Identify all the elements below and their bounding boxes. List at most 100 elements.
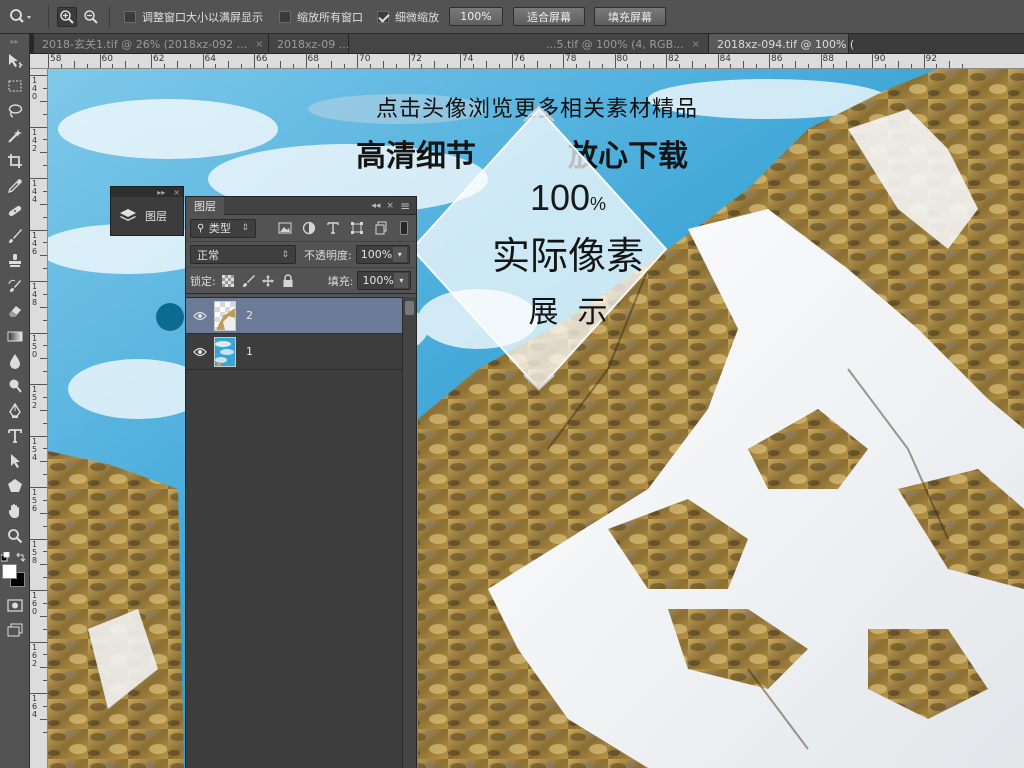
document-tab[interactable]: 2018xz-09 ... — [269, 34, 349, 53]
lock-all-button[interactable] — [280, 273, 296, 289]
opacity-dropdown-icon[interactable]: ▾ — [392, 247, 407, 262]
blur-tool[interactable] — [1, 348, 29, 373]
layers-tab[interactable]: 图层 — [186, 196, 224, 215]
foreground-color-swatch[interactable] — [2, 564, 17, 579]
checkbox-box[interactable] — [124, 10, 136, 23]
collapse-panel-icon[interactable]: ◂◂ — [371, 201, 380, 211]
filter-type-layer-button[interactable] — [324, 219, 342, 237]
close-tab-icon[interactable]: × — [692, 39, 700, 50]
type-tool[interactable] — [1, 423, 29, 448]
filter-smart-object-button[interactable] — [372, 219, 390, 237]
history-brush-tool[interactable] — [1, 273, 29, 298]
fill-dropdown-icon[interactable]: ▾ — [394, 273, 409, 288]
opacity-field[interactable]: 100% ▾ — [355, 245, 410, 264]
layers-scrollbar[interactable] — [402, 297, 416, 768]
pen-tool[interactable] — [1, 398, 29, 423]
filter-toggle-switch[interactable] — [400, 221, 408, 235]
brush-tool[interactable] — [1, 223, 29, 248]
screen-mode-button[interactable] — [1, 617, 29, 642]
shape-tool[interactable] — [1, 473, 29, 498]
ruler-minor-tick — [704, 64, 706, 68]
panel-menu-icon[interactable]: ≡ — [400, 199, 410, 213]
search-icon: ⚲ — [197, 222, 205, 234]
layer-name[interactable]: 1 — [246, 345, 253, 358]
fill-value[interactable]: 100% — [362, 274, 393, 287]
marquee-tool[interactable] — [1, 73, 29, 98]
close-panel-icon[interactable]: × — [386, 201, 394, 211]
zoom-tool-icon — [10, 8, 31, 23]
path-selection-tool[interactable] — [1, 448, 29, 473]
vertical-ruler[interactable]: 140 142 144 146 148 150 152 154 156 158 160 162 164 — [29, 69, 48, 768]
zoom-in-button[interactable] — [57, 6, 77, 27]
hand-tool[interactable] — [1, 498, 29, 523]
clone-stamp-tool[interactable] — [1, 248, 29, 273]
layer-row[interactable]: 1 — [186, 334, 402, 370]
scrollbar-thumb[interactable] — [405, 301, 414, 315]
layers-panel-button[interactable]: 图层 — [111, 197, 183, 235]
filter-shape-layer-button[interactable] — [348, 219, 366, 237]
actual-pixels-button[interactable]: 100% — [449, 7, 503, 26]
toolbox-grip[interactable]: ▸▸ — [0, 34, 29, 48]
quick-mask-button[interactable] — [1, 592, 29, 617]
fill-field[interactable]: 100% ▾ — [357, 271, 412, 290]
document-tab-bar: 2018-玄关1.tif @ 26% (2018xz-092 ... × 201… — [34, 34, 1024, 54]
checkbox-box-checked[interactable] — [377, 10, 389, 23]
ruler-minor-tick — [40, 306, 47, 308]
ruler-minor-tick — [40, 667, 47, 669]
default-colors-icon[interactable] — [1, 552, 11, 562]
document-tab[interactable]: 2018-玄关1.tif @ 26% (2018xz-092 ... × — [34, 34, 269, 53]
zoom-tool-preset-picker[interactable] — [0, 4, 42, 30]
collapsed-layers-panel[interactable]: ▸▸ × 图层 — [110, 186, 184, 236]
zoom-tool[interactable] — [1, 523, 29, 548]
document-tab[interactable]: ...5.tif @ 100% (4, RGB... × — [349, 34, 709, 53]
zoom-out-button[interactable] — [81, 7, 101, 27]
layer-row-selected[interactable]: 2 — [186, 298, 402, 334]
ruler-minor-tick — [43, 525, 47, 527]
close-tab-icon[interactable]: × — [255, 39, 263, 50]
dodge-tool[interactable] — [1, 373, 29, 398]
lock-transparency-button[interactable] — [220, 273, 236, 289]
blend-mode-select[interactable]: 正常 ⇕ — [190, 245, 296, 264]
resize-windows-checkbox[interactable]: 调整窗口大小以满屏显示 — [124, 9, 263, 25]
quick-select-tool[interactable] — [1, 123, 29, 148]
ruler-minor-tick — [40, 615, 47, 617]
blend-opacity-row: 正常 ⇕ 不透明度: 100% ▾ — [186, 241, 416, 267]
filter-adjustment-layer-button[interactable] — [300, 219, 318, 237]
close-panel-icon[interactable]: × — [173, 188, 180, 197]
fit-screen-button[interactable]: 适合屏幕 — [513, 7, 585, 26]
layer-visibility-toggle[interactable] — [186, 311, 214, 321]
collapsed-panel-header[interactable]: ▸▸ × — [111, 187, 183, 197]
expand-panel-icon[interactable]: ▸▸ — [157, 188, 165, 197]
filter-kind-select[interactable]: ⚲ 类型 ⇕ — [190, 218, 256, 238]
ruler-label: 60 — [101, 54, 113, 64]
lock-pixels-button[interactable] — [240, 273, 256, 289]
ruler-tick — [460, 53, 461, 68]
scrubby-zoom-checkbox[interactable]: 细微缩放 — [377, 9, 439, 25]
horizontal-ruler[interactable]: 58 60 62 64 66 68 70 72 74 76 78 80 82 84 86 88 90 92 — [30, 53, 1024, 69]
crop-tool[interactable] — [1, 148, 29, 173]
healing-brush-tool[interactable] — [1, 198, 29, 223]
ruler-minor-tick — [43, 268, 47, 270]
eyedropper-tool[interactable] — [1, 173, 29, 198]
ruler-tick — [614, 53, 616, 68]
ruler-minor-tick — [601, 64, 603, 68]
lasso-tool[interactable] — [1, 98, 29, 123]
swap-colors-icon[interactable] — [16, 552, 26, 562]
eraser-tool[interactable] — [1, 298, 29, 323]
layer-name[interactable]: 2 — [246, 309, 253, 322]
opacity-value[interactable]: 100% — [361, 248, 392, 261]
history-brush-icon — [8, 279, 21, 292]
gradient-tool[interactable] — [1, 323, 29, 348]
ruler-minor-tick — [86, 64, 88, 68]
fill-screen-button[interactable]: 填充屏幕 — [594, 7, 666, 26]
lock-position-button[interactable] — [260, 273, 276, 289]
type-layer-icon — [327, 222, 339, 234]
document-tab-active[interactable]: 2018xz-094.tif @ 100% ( — [709, 34, 854, 53]
filter-pixel-layer-button[interactable] — [276, 219, 294, 237]
move-tool[interactable] — [1, 48, 29, 73]
checkbox-box[interactable] — [279, 10, 291, 23]
layer-thumbnail — [214, 336, 236, 367]
ruler-tick — [820, 53, 822, 68]
zoom-all-windows-checkbox[interactable]: 缩放所有窗口 — [279, 9, 363, 25]
layer-visibility-toggle[interactable] — [186, 347, 214, 357]
